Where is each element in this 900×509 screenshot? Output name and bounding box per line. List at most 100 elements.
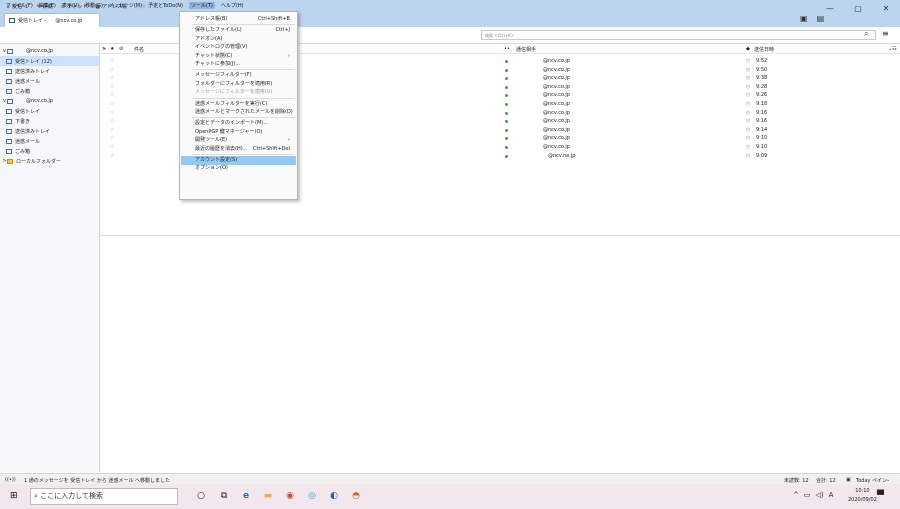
unread-dot-icon[interactable]: [505, 60, 508, 63]
tools-menu-item[interactable]: 最近の履歴を消去(H)... Ctrl+Shift+Del: [181, 145, 296, 154]
star-column-icon[interactable]: ★: [110, 46, 114, 52]
today-pane-toggle[interactable]: Today ペイン: [856, 477, 887, 484]
task-view-icon[interactable]: ⧉: [218, 490, 230, 502]
edge-icon[interactable]: e: [240, 490, 252, 502]
unread-dot-icon[interactable]: [505, 111, 508, 115]
folder-item[interactable]: 迷惑メール: [0, 136, 99, 146]
ie-icon[interactable]: ◎: [306, 490, 318, 502]
compose-button[interactable]: ✎ 作成: [36, 3, 53, 11]
folder-item[interactable]: 迷惑メール: [0, 76, 99, 86]
clock-icon: ◴: [746, 144, 751, 150]
star-icon[interactable]: ☆: [110, 153, 114, 159]
tools-menu: アドレス帳(B) Ctrl+Shift+B 保存したファイル(L) Ctrl+J アドオ…: [179, 11, 298, 200]
folder-item[interactable]: v @ncv.co.jp: [0, 46, 99, 56]
compose-label: 作成: [42, 4, 53, 10]
network-icon[interactable]: ▭: [804, 491, 811, 499]
notification-icon[interactable]: ▀: [877, 491, 884, 501]
unread-dot-icon[interactable]: [505, 120, 508, 124]
folder-item[interactable]: v @ncv.co.jp: [0, 96, 99, 106]
calendar-icon[interactable]: ▣: [800, 14, 808, 23]
firefox-icon[interactable]: ◓: [350, 490, 362, 502]
clock-icon: ◴: [746, 101, 751, 107]
message-time: 9:10: [756, 135, 768, 142]
thunderbird-icon[interactable]: ◐: [328, 490, 340, 502]
star-icon[interactable]: ☆: [110, 58, 114, 64]
volume-icon[interactable]: ◁): [816, 491, 824, 499]
unread-dot-icon[interactable]: [505, 128, 508, 132]
message-time: 9:16: [756, 109, 768, 116]
star-icon[interactable]: ☆: [110, 118, 114, 124]
tag-button[interactable]: ◇ タグ ⌄: [135, 3, 157, 11]
tasks-icon[interactable]: ▤: [817, 14, 825, 23]
folder-item[interactable]: ごみ箱: [0, 146, 99, 156]
search-input[interactable]: 検索 <Ctrl+K>: [481, 30, 876, 40]
subject-column[interactable]: 件名: [134, 46, 144, 53]
folder-item[interactable]: ごみ箱: [0, 86, 99, 96]
unread-dot-icon[interactable]: [505, 154, 508, 158]
total-count: 合計: 12: [816, 478, 836, 484]
star-icon[interactable]: ☆: [110, 127, 114, 133]
folder-item[interactable]: > ローカルフォルダー: [0, 156, 99, 166]
unread-dot-icon[interactable]: [505, 146, 508, 149]
unread-dot-icon[interactable]: [505, 68, 508, 72]
menu-6[interactable]: ツール(T): [188, 2, 215, 9]
close-button[interactable]: ✕: [872, 0, 900, 18]
folder-item[interactable]: 受信トレイ: [0, 106, 99, 116]
file-explorer-icon[interactable]: ▬: [262, 490, 274, 502]
folder-item[interactable]: 下書き: [0, 116, 99, 126]
taskbar-search-input[interactable]: ⌕ ここに入力して検索: [30, 488, 178, 505]
star-icon[interactable]: ☆: [110, 135, 114, 141]
star-icon[interactable]: ☆: [110, 101, 114, 107]
address-book-button[interactable]: ▦ アドレス帳: [95, 3, 127, 11]
correspondent-column[interactable]: 通信相手: [516, 46, 536, 53]
activity-icon[interactable]: ((•)): [5, 477, 16, 483]
tools-menu-item[interactable]: アドレス帳(B) Ctrl+Shift+B: [181, 15, 296, 24]
windows-start-icon[interactable]: ⊞: [10, 491, 18, 501]
search-icon[interactable]: ⌕: [864, 29, 868, 39]
clock[interactable]: 10:10 2020/09/02: [848, 487, 877, 505]
unread-dot-icon[interactable]: [505, 103, 508, 106]
menu-item-label: イベントログの管理(V): [195, 44, 248, 51]
taskbar-search-placeholder: ここに入力して検索: [40, 492, 103, 500]
ime-indicator[interactable]: A: [829, 491, 834, 499]
today-pane-icon[interactable]: ▣: [846, 477, 851, 483]
chat-button[interactable]: ▭ チャット: [61, 3, 88, 11]
clock-icon: ◴: [746, 75, 751, 82]
star-icon[interactable]: ☆: [110, 110, 114, 116]
star-icon[interactable]: ☆: [110, 75, 114, 81]
star-icon[interactable]: ☆: [110, 92, 114, 98]
tools-menu-item[interactable]: 迷惑メールとマークされたメールを削除(D): [181, 108, 296, 117]
menu-7[interactable]: ヘルプ(H): [221, 2, 244, 9]
thread-column-icon[interactable]: ⋟: [102, 46, 106, 52]
star-icon[interactable]: ☆: [110, 67, 114, 73]
correspondent: @ncv.co.jp: [543, 135, 570, 142]
mail-tab[interactable]: 受信トレイ - @ncv.co.jp: [4, 13, 100, 27]
menu-item-label: アドオン(A): [195, 35, 223, 42]
chevron-up-icon[interactable]: ^: [793, 491, 799, 499]
date-column[interactable]: 送信日時: [754, 46, 774, 53]
correspondent: @ncv.co.jp: [543, 101, 570, 107]
unread-dot-icon[interactable]: [505, 85, 508, 89]
tools-menu-item[interactable]: チャットに参加(J)...: [181, 60, 296, 69]
chevron-down-icon[interactable]: ⌄: [886, 477, 890, 483]
unread-dot-icon[interactable]: [505, 137, 508, 141]
read-column-icon[interactable]: ••: [504, 46, 510, 52]
folder-item[interactable]: 送信済みトレイ: [0, 66, 99, 76]
menu-icon[interactable]: ≡: [882, 29, 889, 38]
unread-dot-icon[interactable]: [505, 94, 508, 98]
tools-menu-item[interactable]: メッセージにフィルターを適用(U): [181, 88, 296, 97]
cortana-icon[interactable]: ○: [195, 490, 207, 502]
column-picker-icon[interactable]: ⌄☷: [888, 46, 897, 52]
clock-icon: ◴: [746, 66, 751, 73]
folder-item[interactable]: 送信済みトレイ: [0, 126, 99, 136]
star-icon[interactable]: ☆: [110, 144, 114, 150]
chrome-icon[interactable]: ◉: [284, 490, 296, 502]
correspondent: @ncv.co.jp: [543, 144, 570, 150]
star-icon[interactable]: ☆: [110, 84, 114, 90]
folder-item[interactable]: 受信トレイ (12): [0, 56, 99, 66]
attachment-column-icon[interactable]: ⊘: [119, 46, 123, 52]
maximize-button[interactable]: ▢: [844, 0, 872, 18]
receive-button[interactable]: ⇩ 受信 ⌄: [6, 3, 28, 11]
unread-dot-icon[interactable]: [505, 77, 508, 81]
tools-menu-item[interactable]: オプション(O): [181, 164, 296, 173]
